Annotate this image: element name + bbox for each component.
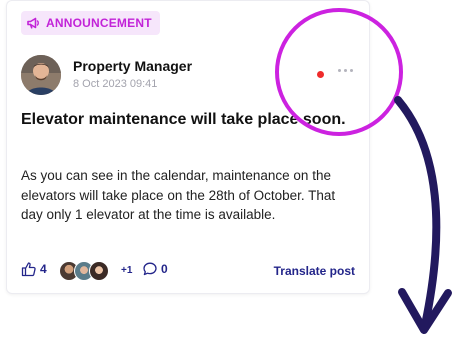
extra-reactors-count: +1 (121, 265, 133, 276)
reactor-avatar (89, 261, 109, 281)
unread-indicator (317, 71, 324, 78)
megaphone-icon (27, 17, 39, 29)
announcement-badge: ANNOUNCEMENT (21, 11, 160, 35)
post-card: ANNOUNCEMENT Property Manager 8 Oct 2023… (6, 0, 370, 294)
author-name[interactable]: Property Manager (73, 58, 192, 74)
arrow-head-icon (398, 288, 452, 334)
like-button[interactable]: 4 (21, 261, 47, 277)
comment-icon (143, 262, 157, 276)
comment-button[interactable]: 0 (142, 261, 168, 277)
thumbs-up-icon (21, 262, 36, 277)
more-horizontal-icon (338, 69, 341, 72)
annotation-arrow (394, 96, 441, 329)
post-footer: 4 +1 0 Translate post (21, 261, 355, 281)
post-body: As you can see in the calendar, maintena… (21, 168, 336, 222)
comment-count: 0 (161, 262, 168, 276)
like-count: 4 (40, 262, 47, 276)
avatar[interactable] (21, 55, 61, 95)
translate-post-link[interactable]: Translate post (274, 264, 355, 278)
more-options-button[interactable] (335, 67, 356, 74)
badge-label: ANNOUNCEMENT (46, 16, 152, 30)
post-title: Elevator maintenance will take place soo… (21, 111, 346, 128)
post-timestamp: 8 Oct 2023 09:41 (73, 78, 158, 90)
reactor-avatars[interactable] (59, 261, 109, 281)
